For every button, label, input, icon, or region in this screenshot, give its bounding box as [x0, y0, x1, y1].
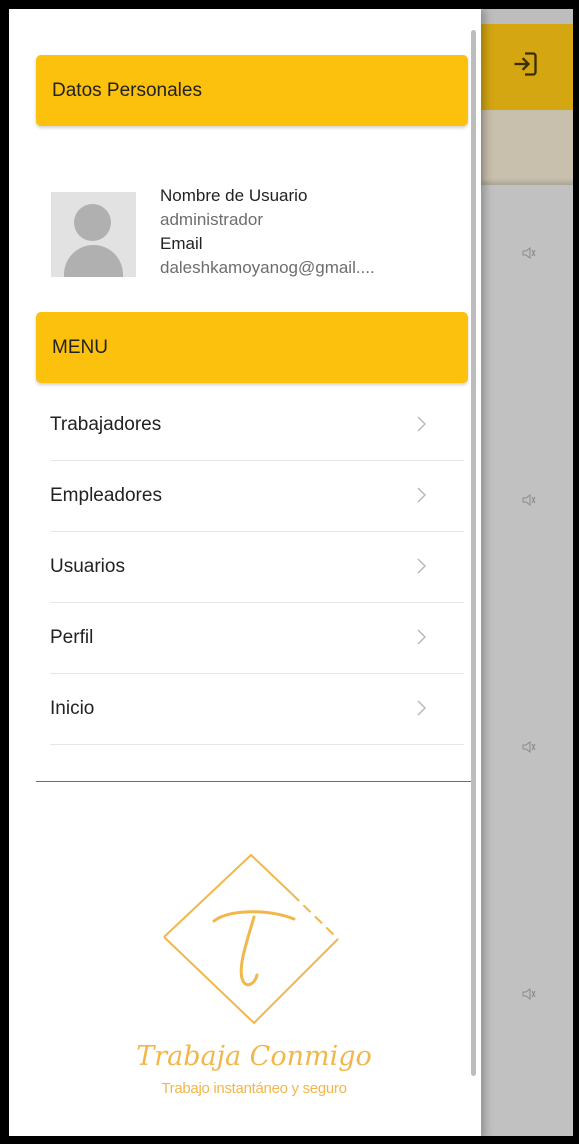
menu-item-label: Perfil: [50, 627, 94, 648]
app-search-bar: [481, 110, 573, 185]
chevron-right-icon: [417, 487, 426, 503]
login-icon[interactable]: [511, 50, 539, 78]
drawer-scrollbar[interactable]: [471, 30, 477, 1076]
menu-item-usuarios[interactable]: Usuarios: [50, 532, 464, 603]
menu-item-label: Usuarios: [50, 556, 125, 577]
username-label: Nombre de Usuario: [160, 186, 308, 205]
menu-item-label: Inicio: [50, 698, 95, 719]
list-card[interactable]: [481, 185, 573, 439]
speaker-icon: [522, 741, 536, 753]
device-frame: Datos Personales Nombre de Usuario admin…: [0, 0, 579, 1144]
user-profile-block: Nombre de Usuario administrador Email da…: [50, 173, 460, 303]
menu-item-label: Empleadores: [50, 485, 162, 506]
speaker-icon: [522, 988, 536, 1000]
speaker-icon: [522, 247, 536, 259]
email-value: daleshkamoyanog@gmail....: [160, 258, 375, 277]
menu-item-inicio[interactable]: Inicio: [50, 674, 464, 745]
chevron-right-icon: [417, 416, 426, 432]
menu-item-perfil[interactable]: Perfil: [50, 603, 464, 674]
menu-item-trabajadores[interactable]: Trabajadores: [50, 390, 464, 461]
list-card[interactable]: [481, 686, 573, 935]
personal-data-header: Datos Personales: [36, 55, 468, 126]
scrollbar-thumb[interactable]: [471, 30, 476, 1076]
avatar-body: [64, 245, 123, 277]
menu-list: Trabajadores Empleadores Usuarios Perfil…: [50, 390, 464, 745]
avatar: [51, 192, 136, 277]
speaker-icon: [522, 494, 536, 506]
navigation-drawer: Datos Personales Nombre de Usuario admin…: [9, 9, 481, 1136]
avatar-head: [74, 204, 111, 241]
chevron-right-icon: [417, 700, 426, 716]
brand-logo: Trabaja Conmigo: [136, 853, 372, 1072]
email-label: Email: [160, 234, 203, 253]
user-info: Nombre de Usuario administrador Email da…: [160, 184, 460, 280]
brand-tagline: Trabajo instantáneo y seguro: [161, 1080, 347, 1097]
chevron-right-icon: [417, 629, 426, 645]
list-card[interactable]: [481, 438, 573, 687]
username-value: administrador: [160, 210, 263, 229]
background-app: [481, 9, 573, 1136]
menu-header: MENU: [36, 312, 468, 383]
divider: [36, 781, 476, 782]
chevron-right-icon: [417, 558, 426, 574]
list-card[interactable]: [481, 934, 573, 1136]
menu-item-empleadores[interactable]: Empleadores: [50, 461, 464, 532]
menu-item-label: Trabajadores: [50, 414, 162, 435]
app-toolbar: [481, 24, 573, 110]
brand-name: Trabaja Conmigo: [136, 1041, 372, 1072]
